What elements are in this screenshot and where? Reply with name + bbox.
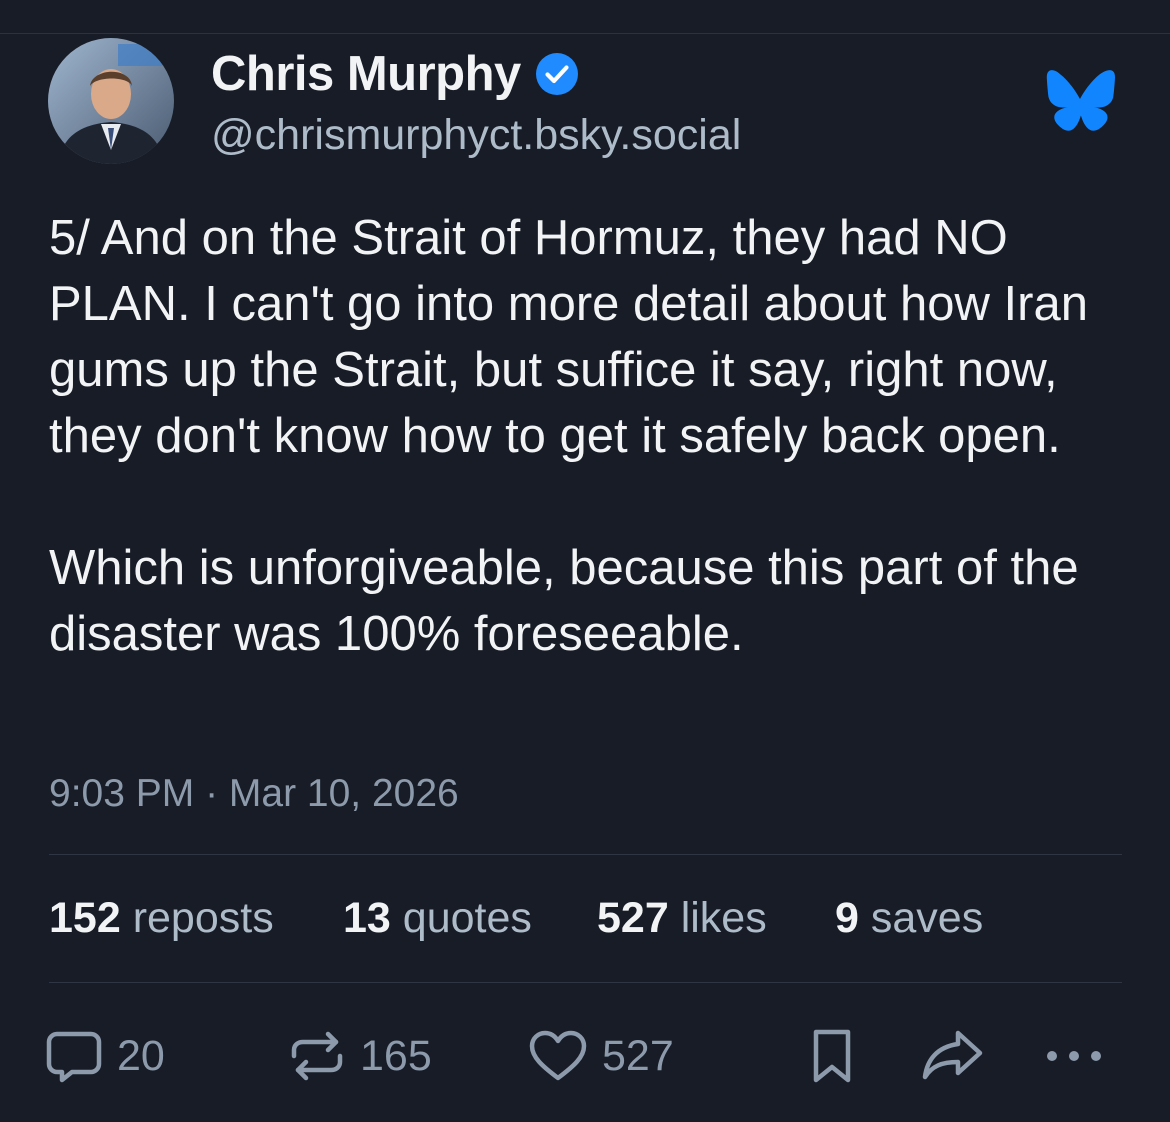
avatar[interactable] [48, 38, 174, 164]
share-icon [922, 1030, 983, 1080]
repost-button[interactable]: 165 [288, 1026, 432, 1086]
reposts-stat[interactable]: 152 reposts [49, 894, 274, 943]
profile-photo-icon [48, 38, 174, 164]
more-icon [1047, 1051, 1101, 1061]
reposts-label: reposts [132, 894, 274, 942]
likes-count: 527 [597, 894, 669, 942]
post-text: 5/ And on the Strait of Hormuz, they had… [49, 205, 1134, 667]
reply-icon [46, 1031, 102, 1083]
top-divider [0, 33, 1170, 34]
repost-icon [291, 1031, 343, 1081]
bluesky-butterfly-icon[interactable] [1045, 70, 1115, 132]
likes-label: likes [680, 894, 767, 942]
reposts-count: 152 [49, 894, 121, 942]
saves-label: saves [870, 894, 984, 942]
reply-button[interactable]: 20 [45, 1026, 165, 1086]
divider [49, 982, 1122, 983]
author-name-row: Chris Murphy [211, 44, 579, 104]
reply-count: 20 [117, 1031, 165, 1080]
author-handle[interactable]: @chrismurphyct.bsky.social [211, 111, 741, 160]
divider [49, 854, 1122, 855]
bookmark-icon [813, 1029, 851, 1083]
verified-badge-icon[interactable] [535, 52, 579, 96]
saves-stat[interactable]: 9 saves [835, 894, 983, 943]
quotes-label: quotes [402, 894, 532, 942]
likes-stat[interactable]: 527 likes [597, 894, 767, 943]
more-options-button[interactable] [1044, 1026, 1104, 1086]
share-button[interactable] [920, 1026, 986, 1086]
author-display-name[interactable]: Chris Murphy [211, 46, 521, 102]
quotes-stat[interactable]: 13 quotes [343, 894, 532, 943]
repost-count: 165 [360, 1031, 432, 1080]
post-timestamp[interactable]: 9:03 PM · Mar 10, 2026 [49, 772, 459, 816]
saves-count: 9 [835, 894, 859, 942]
like-button[interactable]: 527 [528, 1026, 674, 1086]
quotes-count: 13 [343, 894, 391, 942]
post-paragraph: 5/ And on the Strait of Hormuz, they had… [49, 211, 1088, 463]
like-count: 527 [602, 1031, 674, 1080]
heart-icon [529, 1030, 587, 1081]
post-paragraph: Which is unforgiveable, because this par… [49, 541, 1079, 661]
bookmark-button[interactable] [808, 1026, 856, 1086]
